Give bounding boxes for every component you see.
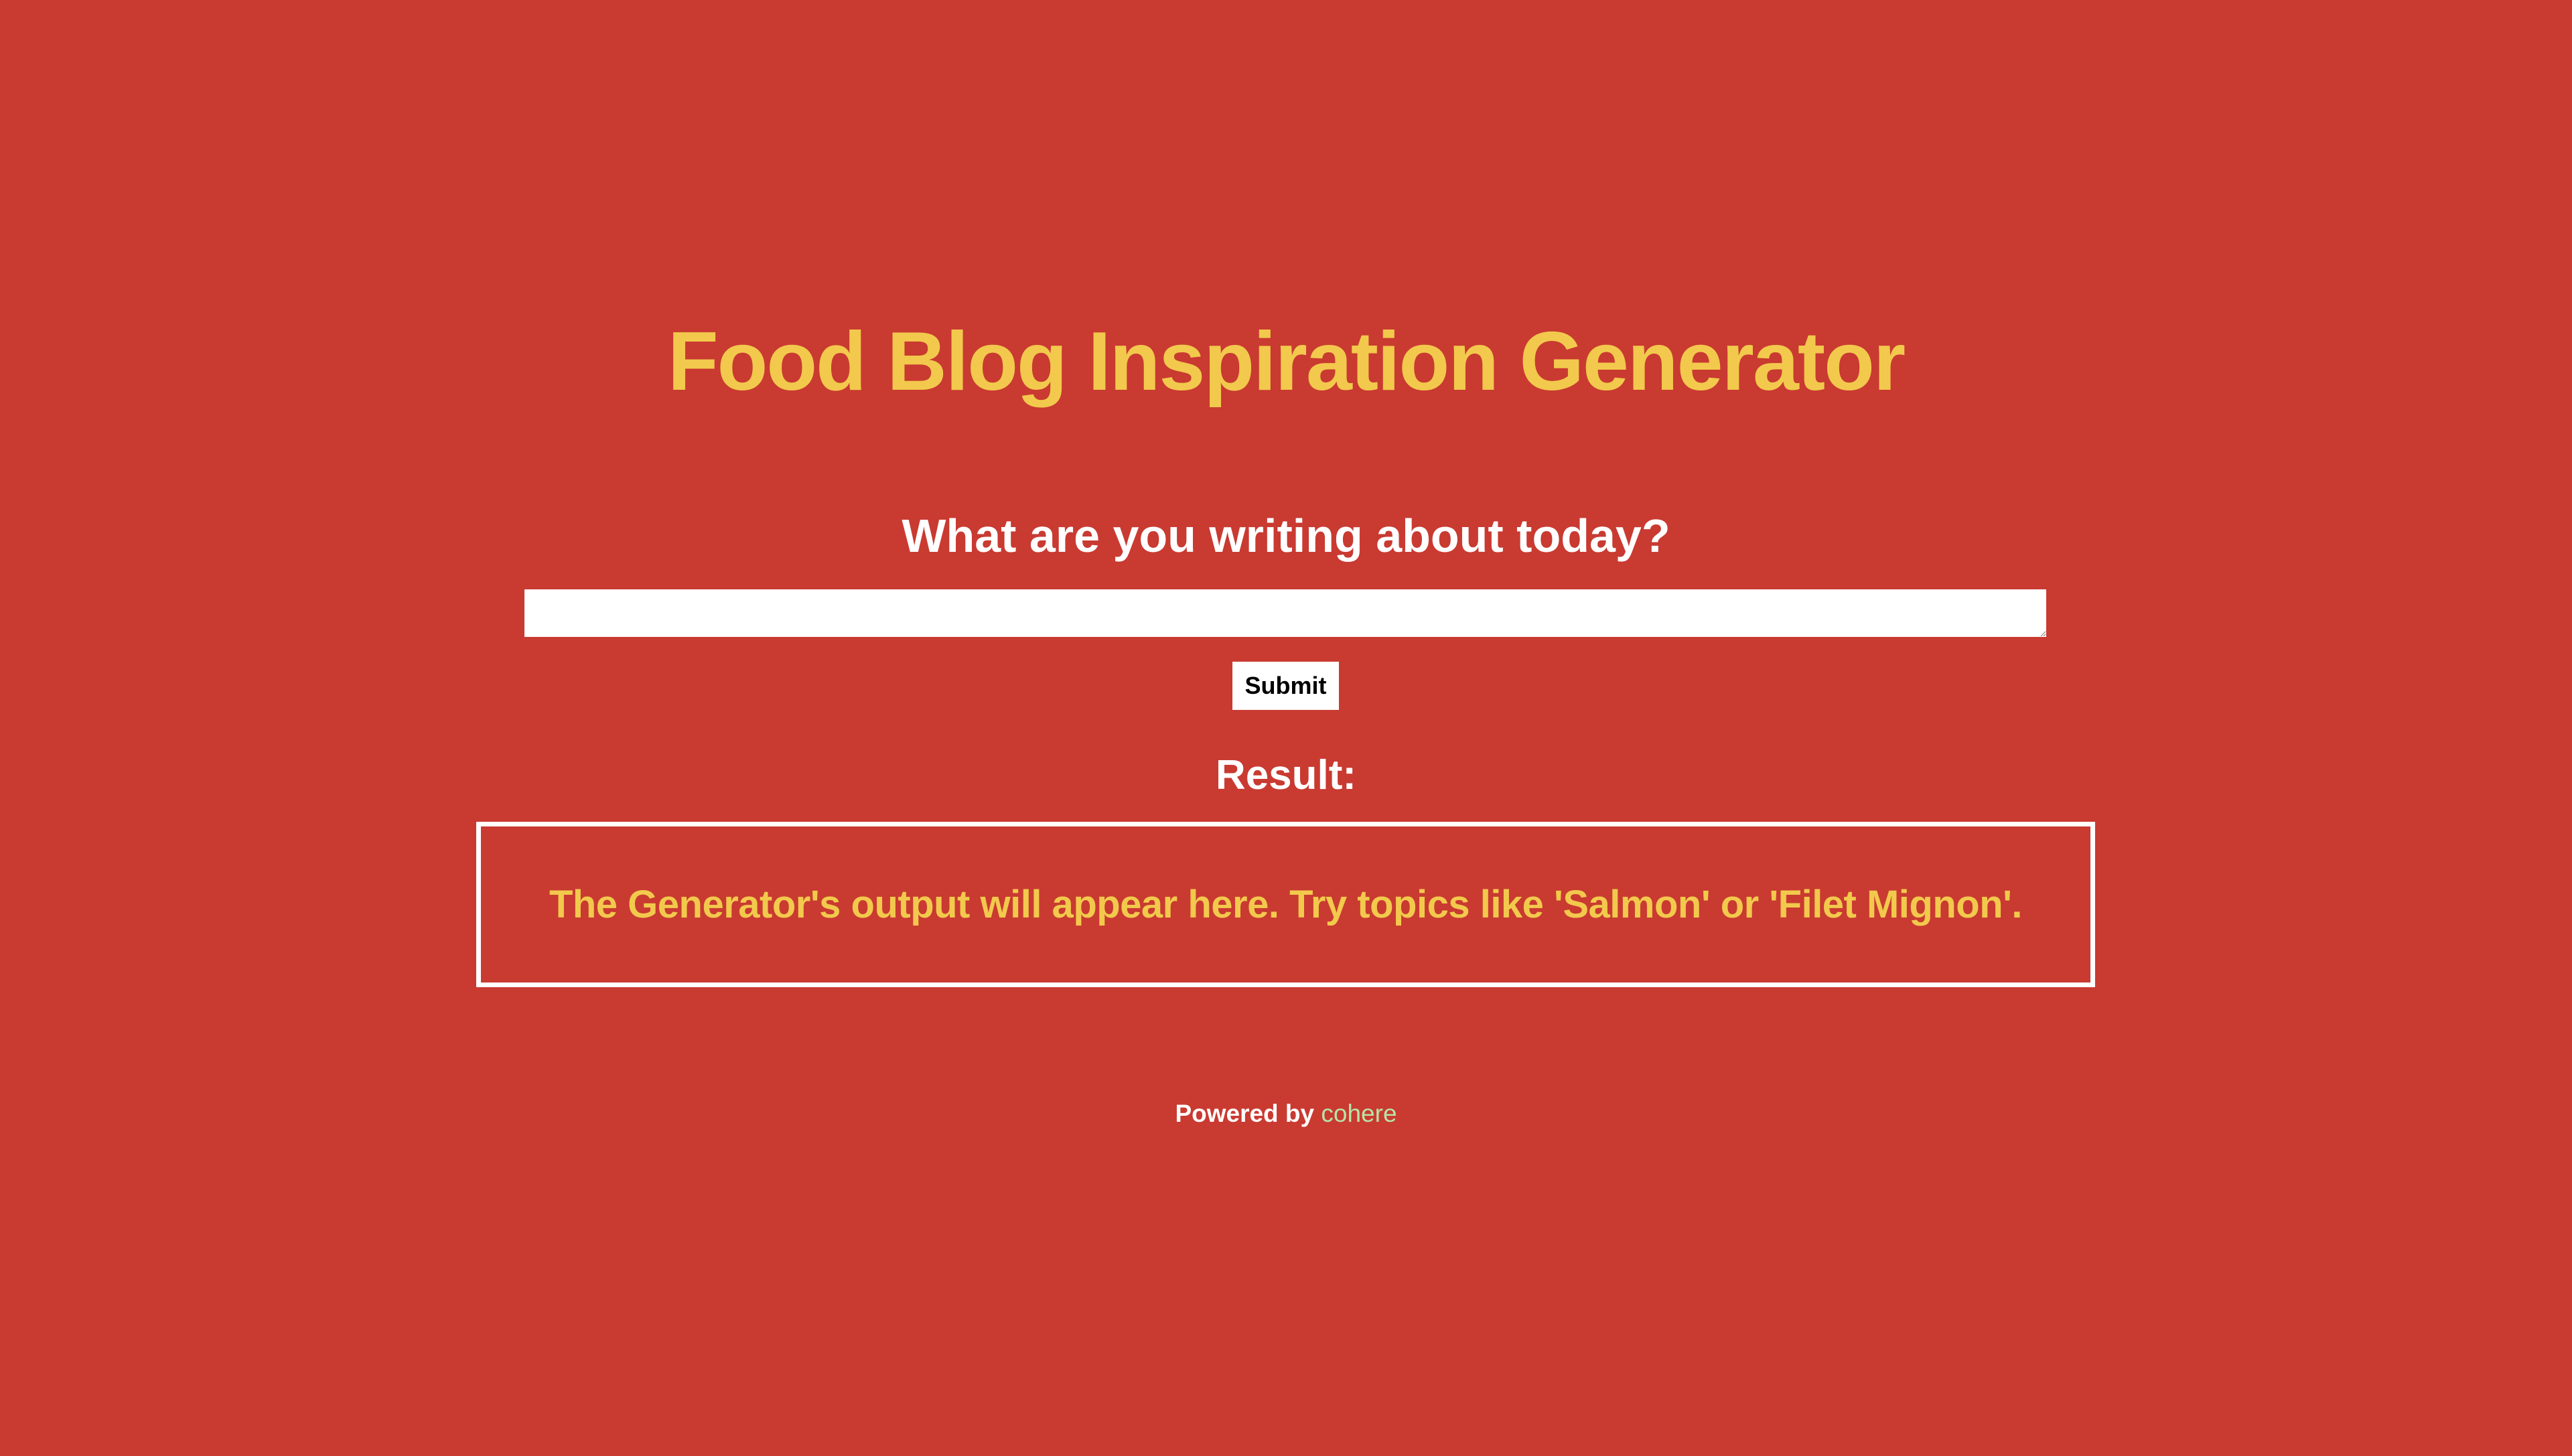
result-box: The Generator's output will appear here.… (476, 822, 2095, 987)
page-title: Food Blog Inspiration Generator (667, 315, 1906, 408)
result-text: The Generator's output will appear here.… (549, 883, 2023, 926)
footer: Powered by cohere (0, 1097, 2572, 1131)
topic-prompt-label: What are you writing about today? (902, 510, 1670, 562)
topic-input[interactable] (524, 589, 2046, 637)
result-heading: Result: (1215, 752, 1357, 798)
page: Food Blog Inspiration Generator What are… (0, 0, 2572, 1456)
submit-button[interactable]: Submit (1232, 662, 1339, 710)
powered-by-label: Powered by (1175, 1100, 1315, 1127)
cohere-link[interactable]: cohere (1321, 1100, 1397, 1127)
